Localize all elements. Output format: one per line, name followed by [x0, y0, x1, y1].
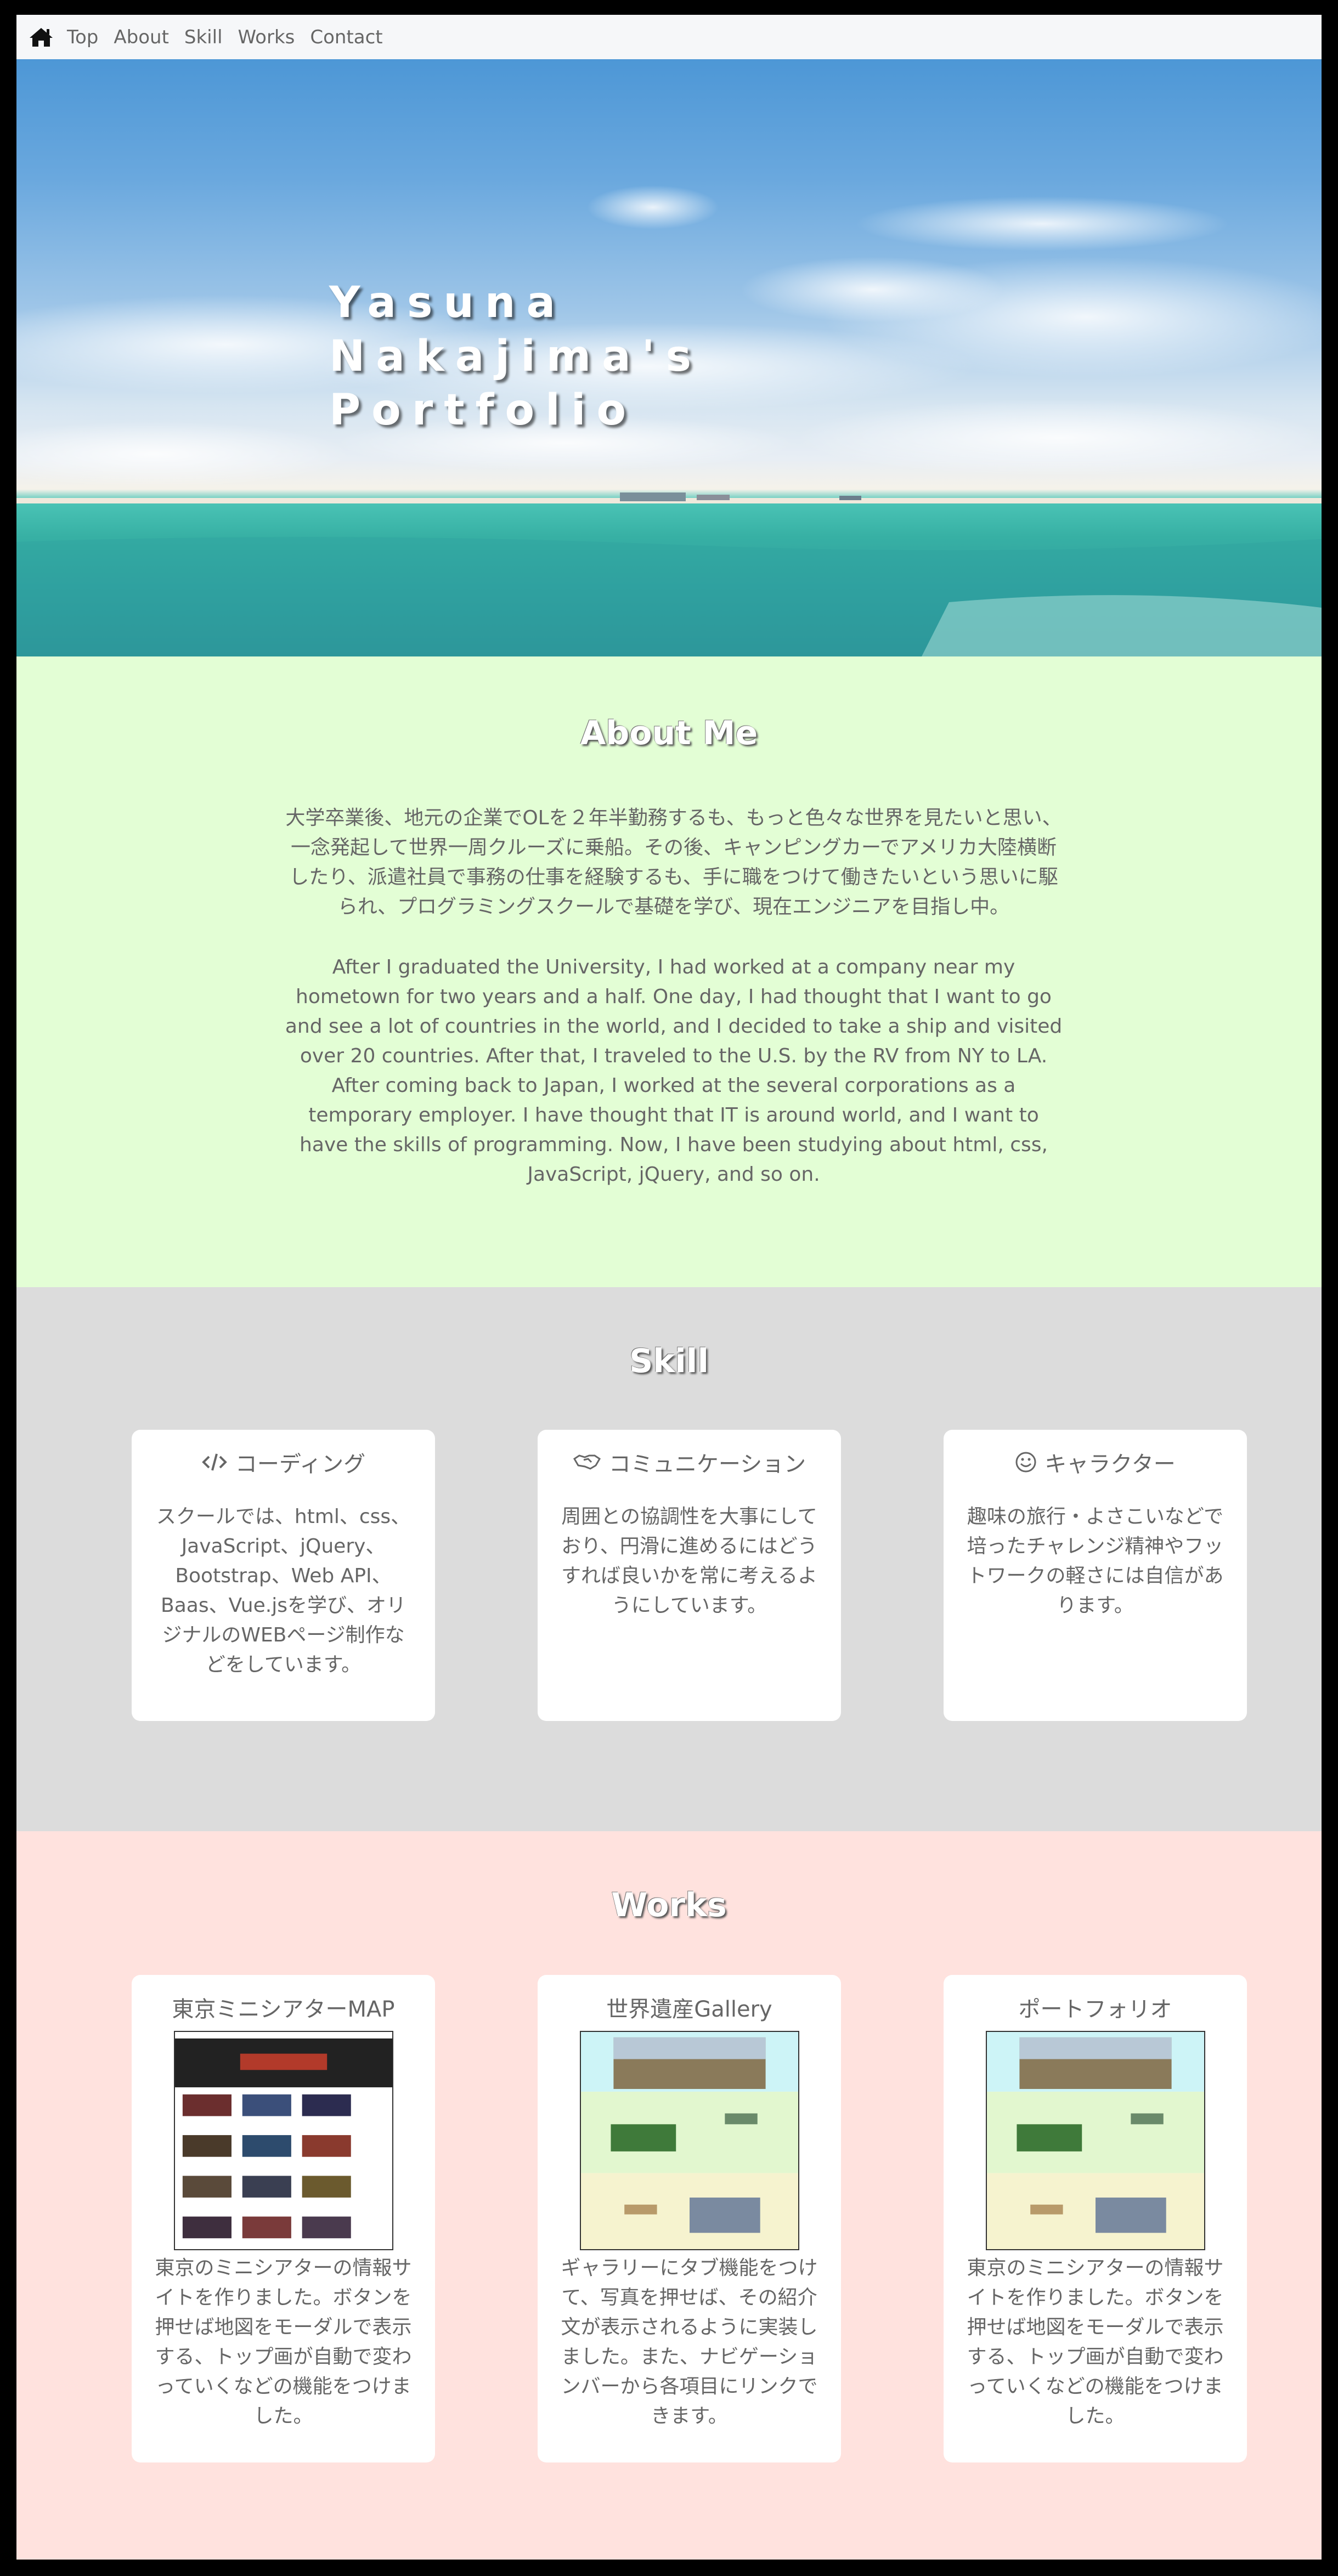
hero-title-line2: Portfolio	[329, 386, 637, 435]
works-title: Works	[611, 1886, 727, 1924]
about-text-ja: 大学卒業後、地元の企業でOLを２年半勤務するも、もっと色々な世界を見たいと思い、…	[285, 807, 1062, 918]
works-section: Works 東京ミニシアターMAP 東京のミニシアターの情報サイトを作りました。…	[16, 1831, 1322, 2560]
skill-card-head: コーディング	[132, 1446, 435, 1478]
skill-card-coding: コーディング スクールでは、html、css、JavaScript、jQuery…	[132, 1430, 435, 1721]
skill-card-title: コミュニケーション	[608, 1452, 806, 1477]
hero-banner: Yasuna Nakajima's Portfolio	[16, 59, 1322, 656]
smile-icon	[1015, 1452, 1036, 1473]
work-card-title: 世界遺産Gallery	[606, 1997, 772, 2022]
page-frame: Top About Skill Works Contact Yasuna Nak…	[16, 15, 1322, 2560]
navbar: Top About Skill Works Contact	[16, 15, 1322, 59]
skill-card-communication: コミュニケーション 周囲との協調性を大事にしており、円滑に進めるにはどうすれば良…	[538, 1430, 841, 1721]
home-icon[interactable]	[29, 26, 54, 48]
about-title: About Me	[580, 714, 758, 752]
work-card-text: 東京のミニシアターの情報サイトを作りました。ボタンを押せば地図をモーダルで表示す…	[967, 2257, 1224, 2427]
skill-card-title: コーディング	[235, 1452, 366, 1477]
nav-about[interactable]: About	[114, 26, 169, 48]
skill-card-character: キャラクター 趣味の旅行・よさこいなどで培ったチャレンジ精神やフットワークの軽さ…	[944, 1430, 1247, 1721]
skill-card-text: 趣味の旅行・よさこいなどで培ったチャレンジ精神やフットワークの軽さには自信があり…	[967, 1505, 1224, 1617]
nav-top[interactable]: Top	[67, 26, 98, 48]
work-card-title: 東京ミニシアターMAP	[172, 1997, 395, 2022]
nav-skill[interactable]: Skill	[184, 26, 223, 48]
skill-title: Skill	[629, 1342, 709, 1380]
about-text-en: After I graduated the University, I had …	[285, 956, 1063, 1186]
about-section: About Me 大学卒業後、地元の企業でOLを２年半勤務するも、もっと色々な世…	[16, 656, 1322, 1287]
nav-contact[interactable]: Contact	[310, 26, 382, 48]
code-icon	[202, 1453, 227, 1471]
skill-card-head: コミュニケーション	[538, 1446, 841, 1478]
work-card-text: 東京のミニシアターの情報サイトを作りました。ボタンを押せば地図をモーダルで表示す…	[155, 2257, 412, 2427]
hero-title-line1: Yasuna Nakajima's	[329, 278, 703, 381]
work-card-minitheater[interactable]: 東京ミニシアターMAP 東京のミニシアターの情報サイトを作りました。ボタンを押せ…	[132, 1975, 435, 2462]
skill-section: Skill コーディング スクールでは、html、css、JavaScript、…	[16, 1287, 1322, 1831]
work-thumbnail-portfolio[interactable]	[985, 2031, 1205, 2250]
skill-card-text: 周囲との協調性を大事にしており、円滑に進めるにはどうすれば良いかを常に考えるよう…	[561, 1505, 817, 1617]
work-card-text: ギャラリーにタブ機能をつけて、写真を押せば、その紹介文が表示されるように実装しま…	[561, 2257, 818, 2427]
work-card-portfolio[interactable]: ポートフォリオ 東京のミニシアターの情報サイトを作りました。ボタンを押せば地図を…	[944, 1975, 1247, 2462]
hero-title: Yasuna Nakajima's Portfolio	[329, 276, 933, 437]
work-card-gallery[interactable]: 世界遺産Gallery ギャラリーにタブ機能をつけて、写真を押せば、その紹介文が…	[538, 1975, 841, 2462]
skill-card-head: キャラクター	[944, 1446, 1247, 1478]
nav-works[interactable]: Works	[238, 26, 295, 48]
skill-card-text: スクールでは、html、css、JavaScript、jQuery、Bootst…	[156, 1505, 411, 1676]
work-thumbnail-gallery[interactable]	[579, 2031, 799, 2250]
work-thumbnail-minitheater[interactable]	[173, 2031, 393, 2250]
skill-card-title: キャラクター	[1045, 1452, 1176, 1477]
work-card-title: ポートフォリオ	[1018, 1997, 1172, 2022]
handshake-icon	[573, 1454, 601, 1470]
